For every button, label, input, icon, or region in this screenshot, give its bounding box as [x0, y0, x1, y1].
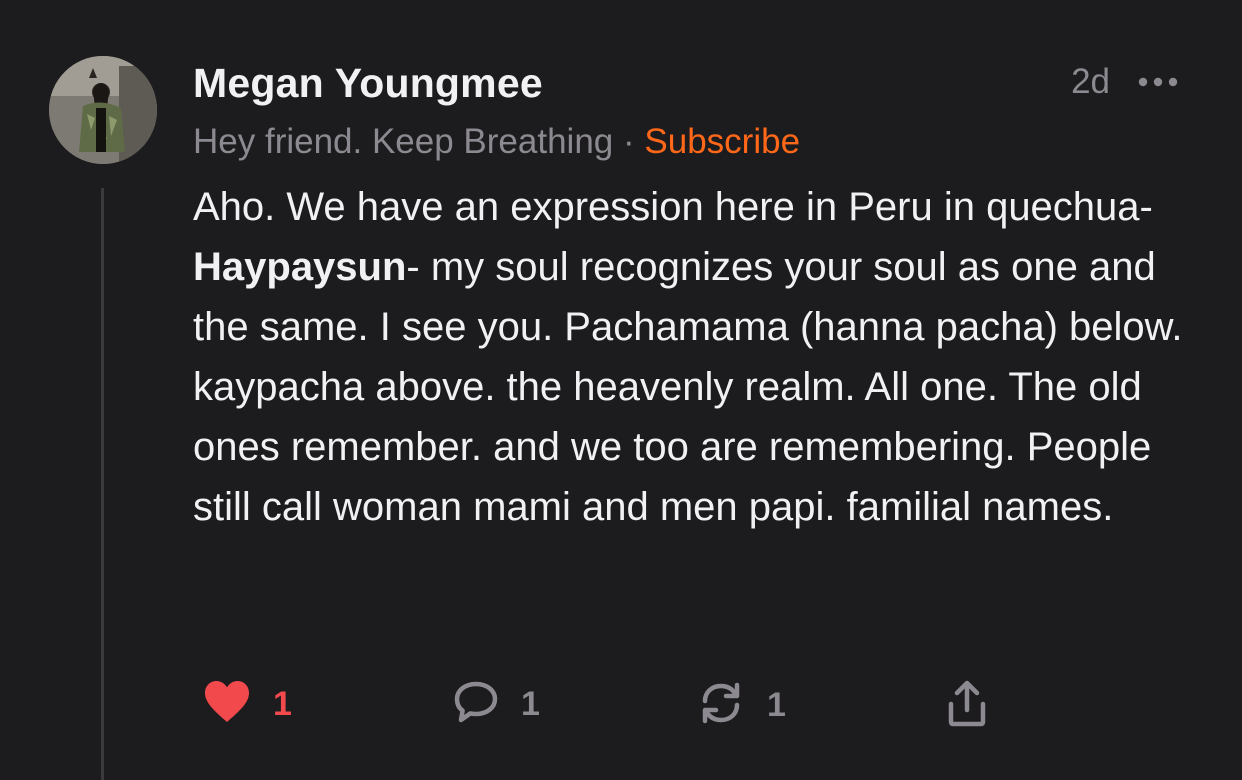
- avatar-photo: [49, 56, 157, 164]
- like-count: 1: [273, 685, 292, 723]
- comment-text-bold: Haypaysun: [193, 245, 407, 289]
- thread-line: [101, 188, 104, 780]
- share-icon: [945, 680, 989, 733]
- byline-separator: ·: [623, 122, 635, 161]
- restack-arrows-icon: [697, 680, 745, 731]
- speech-bubble-icon: [453, 680, 499, 729]
- ellipsis-icon[interactable]: [1136, 60, 1180, 104]
- share-button[interactable]: [945, 680, 989, 733]
- reply-button[interactable]: 1: [453, 680, 540, 729]
- heart-icon: [203, 680, 251, 729]
- comment-body: Aho. We have an expression here in Peru …: [193, 177, 1203, 537]
- like-button[interactable]: 1: [203, 680, 292, 729]
- author-byline: Hey friend. Keep Breathing · Subscribe: [193, 122, 800, 162]
- comment-meta: 2d: [1071, 60, 1180, 104]
- restack-count: 1: [767, 686, 786, 724]
- avatar[interactable]: [49, 56, 157, 164]
- restack-button[interactable]: 1: [697, 680, 786, 731]
- comment-text-part: Aho. We have an expression here in Peru …: [193, 185, 1153, 229]
- comment-card: Megan Youngmee 2d Hey friend. Keep Breat…: [0, 0, 1242, 780]
- author-name[interactable]: Megan Youngmee: [193, 60, 543, 107]
- reply-count: 1: [521, 685, 540, 723]
- subscribe-link[interactable]: Subscribe: [644, 122, 800, 161]
- author-bio: Hey friend. Keep Breathing: [193, 122, 614, 161]
- timestamp[interactable]: 2d: [1071, 62, 1110, 102]
